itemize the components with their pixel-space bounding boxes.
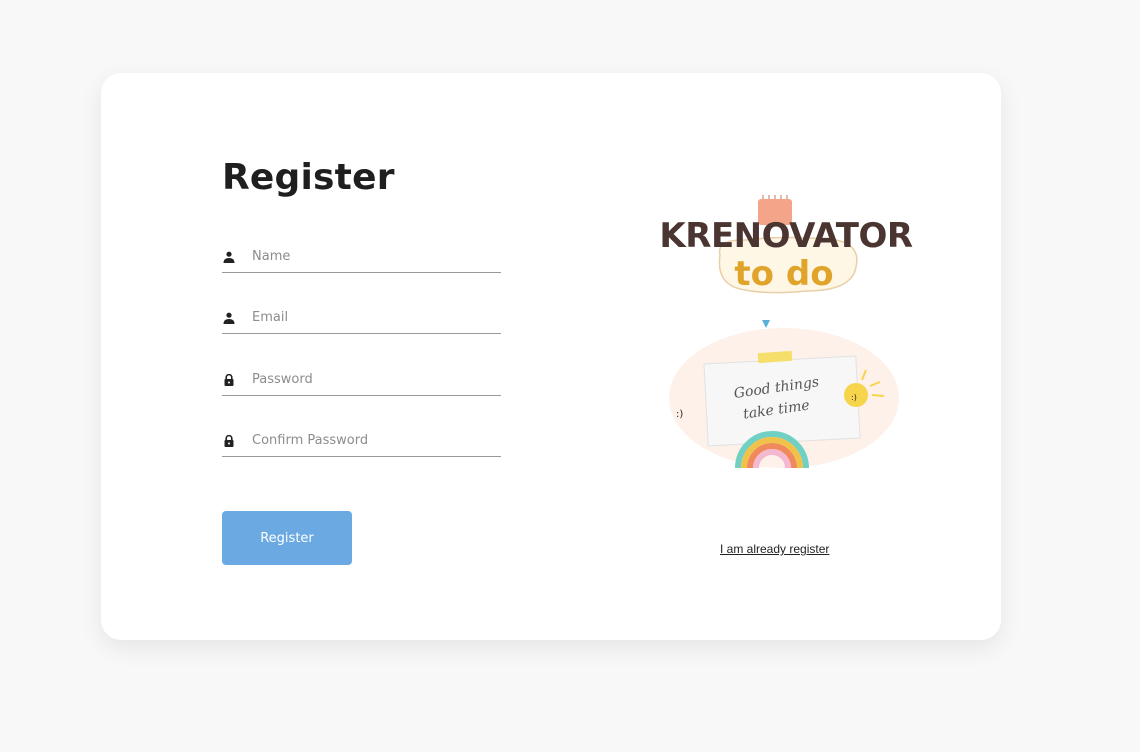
register-form: Register Register — [222, 153, 502, 565]
lock-icon — [222, 433, 236, 449]
password-field[interactable] — [222, 364, 501, 396]
page-title: Register — [222, 157, 395, 198]
person-icon — [222, 249, 236, 265]
register-button[interactable]: Register — [222, 511, 352, 565]
name-field[interactable] — [222, 241, 501, 273]
good-things-illustration: Good things take time :) :) — [669, 320, 899, 469]
register-card: Register Register — [101, 73, 1001, 640]
logo-top-text: KRENOVATOR — [659, 216, 912, 256]
svg-text::): :) — [676, 409, 683, 420]
logo-bottom-text: to do — [734, 254, 833, 294]
lock-icon — [222, 372, 236, 388]
name-input[interactable] — [252, 249, 492, 264]
password-input[interactable] — [252, 372, 492, 387]
confirm-password-input[interactable] — [252, 433, 492, 448]
login-link[interactable]: I am already register — [720, 542, 829, 556]
person-icon — [222, 310, 236, 326]
email-field[interactable] — [222, 302, 501, 334]
email-input[interactable] — [252, 310, 492, 325]
svg-text::): :) — [851, 393, 857, 402]
krenovator-logo: KRENOVATOR to do — [659, 195, 913, 294]
confirm-password-field[interactable] — [222, 425, 501, 457]
